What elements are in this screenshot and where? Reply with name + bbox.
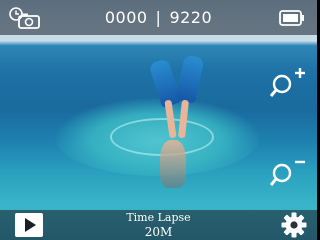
swim-fin-right	[175, 54, 205, 104]
capture-mode-label: Time Lapse	[126, 211, 191, 224]
zoom-in-icon	[269, 68, 305, 97]
zoom-out-icon	[269, 160, 305, 186]
diver-body	[160, 140, 186, 188]
status-bar: 0000 | 9220	[0, 0, 317, 35]
viewfinder: 0000 | 9220 Time Lapse 20M	[0, 0, 317, 240]
zoom-in-button[interactable]	[269, 64, 306, 102]
capture-mode-info: Time Lapse 20M	[0, 211, 317, 239]
counter-separator: |	[155, 8, 162, 27]
resolution-label: 20M	[144, 225, 173, 239]
zoom-out-button[interactable]	[269, 153, 306, 191]
battery-full-icon	[279, 10, 305, 30]
settings-button[interactable]	[281, 212, 307, 240]
control-bar: Time Lapse 20M	[0, 210, 317, 240]
shots-remaining: 9220	[169, 8, 213, 27]
photo-counter: 0000 | 9220	[0, 8, 317, 27]
shots-taken: 0000	[104, 8, 148, 27]
gear-icon	[281, 212, 307, 238]
